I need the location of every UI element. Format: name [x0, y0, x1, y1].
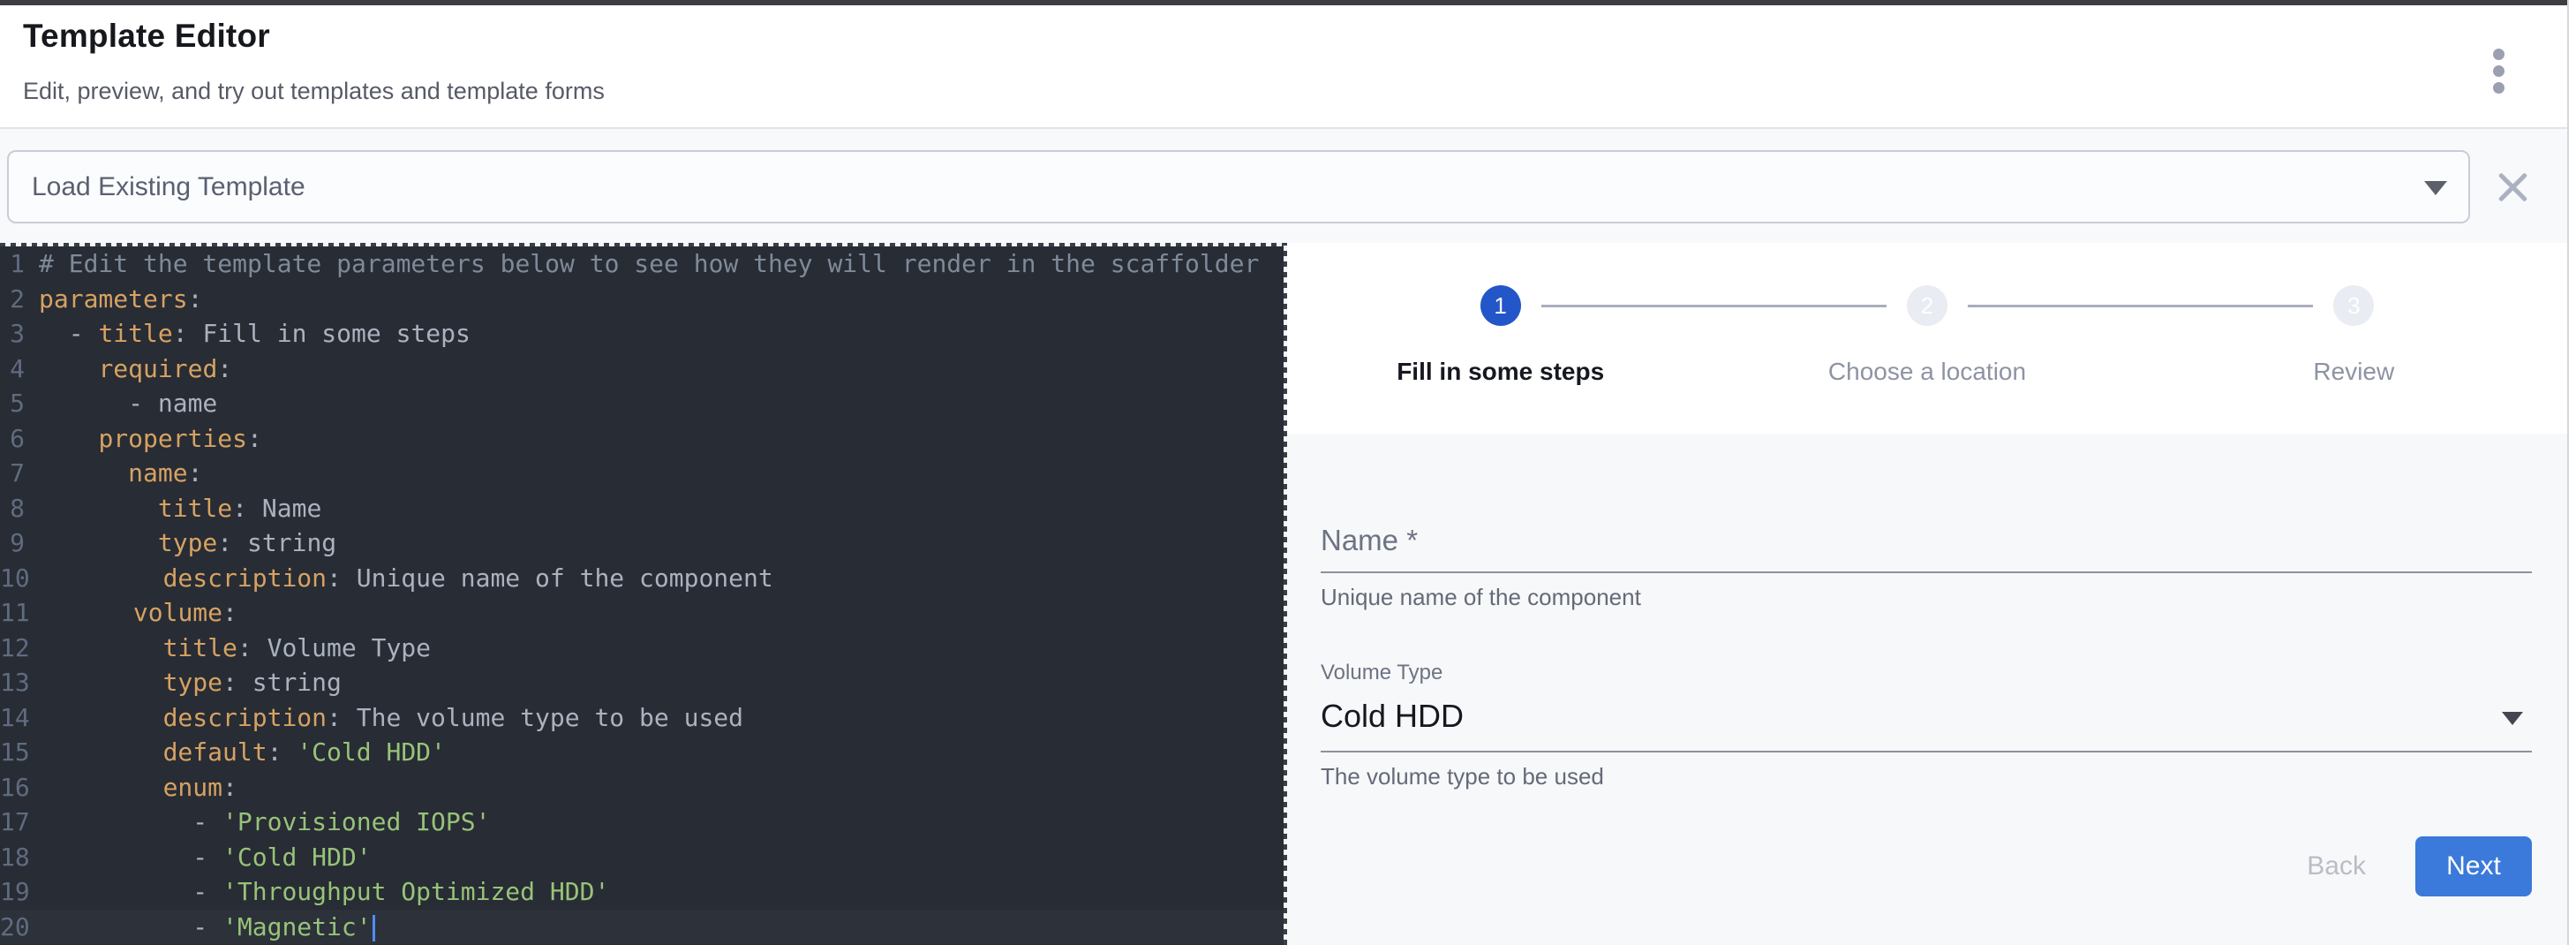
step-2-label: Choose a location: [1714, 358, 2140, 386]
code-line[interactable]: 4 required:: [0, 352, 1284, 387]
page-subtitle: Edit, preview, and try out templates and…: [23, 78, 605, 105]
step-1-label: Fill in some steps: [1287, 358, 1714, 386]
back-button[interactable]: Back: [2280, 839, 2392, 894]
line-number: 19: [0, 874, 44, 910]
code-line[interactable]: 5 - name: [0, 386, 1284, 421]
line-number: 20: [0, 910, 44, 945]
close-icon: [2496, 170, 2529, 204]
line-number: 12: [0, 631, 44, 666]
volume-type-label: Volume Type: [1321, 661, 2532, 685]
line-number: 10: [0, 561, 44, 596]
volume-helper-text: The volume type to be used: [1321, 763, 2532, 790]
name-helper-text: Unique name of the component: [1321, 584, 2532, 611]
code-line[interactable]: 16 enum:: [0, 770, 1284, 805]
step-connector: [1541, 305, 1887, 307]
line-number: 18: [0, 840, 44, 875]
code-line[interactable]: 14 description: The volume type to be us…: [0, 700, 1284, 736]
step-1-circle: 1: [1480, 285, 1521, 326]
line-number: 1: [0, 246, 39, 282]
name-field-label: Name *: [1321, 524, 2532, 557]
text-cursor: [373, 915, 375, 941]
main-content: 1# Edit the template parameters below to…: [0, 243, 2567, 945]
code-line[interactable]: 19 - 'Throughput Optimized HDD': [0, 874, 1284, 910]
line-number: 17: [0, 805, 44, 840]
more-options-button[interactable]: [2475, 48, 2521, 94]
code-line[interactable]: 6 properties:: [0, 421, 1284, 457]
volume-type-field-group: Volume Type Cold HDD The volume type to …: [1321, 661, 2532, 790]
next-button[interactable]: Next: [2415, 836, 2532, 896]
code-line[interactable]: 3 - title: Fill in some steps: [0, 316, 1284, 352]
code-line[interactable]: 12 title: Volume Type: [0, 631, 1284, 666]
line-number: 16: [0, 770, 44, 805]
step-3-circle: 3: [2333, 285, 2374, 326]
line-number: 4: [0, 352, 39, 387]
line-number: 13: [0, 665, 44, 700]
wizard-buttons: Back Next: [1321, 836, 2532, 896]
code-line[interactable]: 9 type: string: [0, 525, 1284, 561]
stepper: 1 Fill in some steps 2 Choose a location…: [1287, 243, 2567, 434]
line-number: 5: [0, 386, 39, 421]
line-number: 11: [0, 595, 44, 631]
code-line[interactable]: 13 type: string: [0, 665, 1284, 700]
code-line[interactable]: 18 - 'Cold HDD': [0, 840, 1284, 875]
step-fill-in-some-steps[interactable]: 1 Fill in some steps: [1287, 285, 1714, 386]
line-number: 15: [0, 735, 44, 770]
form-section: Name * Unique name of the component Volu…: [1287, 434, 2567, 945]
code-line[interactable]: 15 default: 'Cold HDD': [0, 735, 1284, 770]
code-editor[interactable]: 1# Edit the template parameters below to…: [0, 246, 1284, 945]
page-title: Template Editor: [23, 18, 270, 55]
volume-type-underline: [1321, 751, 2532, 752]
code-line[interactable]: 8 title: Name: [0, 491, 1284, 526]
editor-pane: 1# Edit the template parameters below to…: [0, 243, 1287, 945]
template-toolbar: Load Existing Template: [0, 129, 2567, 243]
step-connector: [1968, 305, 2313, 307]
step-review[interactable]: 3 Review: [2141, 285, 2567, 386]
name-field-group: Name * Unique name of the component: [1321, 524, 2532, 611]
volume-type-select[interactable]: Cold HDD: [1321, 698, 2532, 735]
kebab-icon: [2493, 49, 2504, 94]
load-existing-template-select[interactable]: Load Existing Template: [7, 150, 2470, 223]
page-scrollbar[interactable]: [2567, 0, 2576, 945]
page-header: Template Editor Edit, preview, and try o…: [0, 5, 2567, 129]
code-line[interactable]: 20 - 'Magnetic': [0, 910, 1284, 945]
code-line[interactable]: 1# Edit the template parameters below to…: [0, 246, 1284, 282]
name-input[interactable]: [1321, 571, 2532, 573]
clear-template-button[interactable]: [2488, 163, 2537, 212]
line-number: 9: [0, 525, 39, 561]
line-number: 7: [0, 456, 39, 491]
dropdown-arrow-icon: [2424, 181, 2447, 195]
select-arrow-icon: [2502, 712, 2523, 725]
line-number: 14: [0, 700, 44, 736]
step-2-circle: 2: [1907, 285, 1947, 326]
line-number: 3: [0, 316, 39, 352]
line-number: 8: [0, 491, 39, 526]
load-existing-template-label: Load Existing Template: [32, 172, 305, 202]
line-number: 2: [0, 282, 39, 317]
step-choose-a-location[interactable]: 2 Choose a location: [1714, 285, 2140, 386]
step-3-label: Review: [2141, 358, 2567, 386]
form-preview-pane: 1 Fill in some steps 2 Choose a location…: [1287, 243, 2567, 945]
code-line[interactable]: 7 name:: [0, 456, 1284, 491]
code-line[interactable]: 2parameters:: [0, 282, 1284, 317]
code-line[interactable]: 10 description: Unique name of the compo…: [0, 561, 1284, 596]
code-line[interactable]: 11 volume:: [0, 595, 1284, 631]
line-number: 6: [0, 421, 39, 457]
code-line[interactable]: 17 - 'Provisioned IOPS': [0, 805, 1284, 840]
